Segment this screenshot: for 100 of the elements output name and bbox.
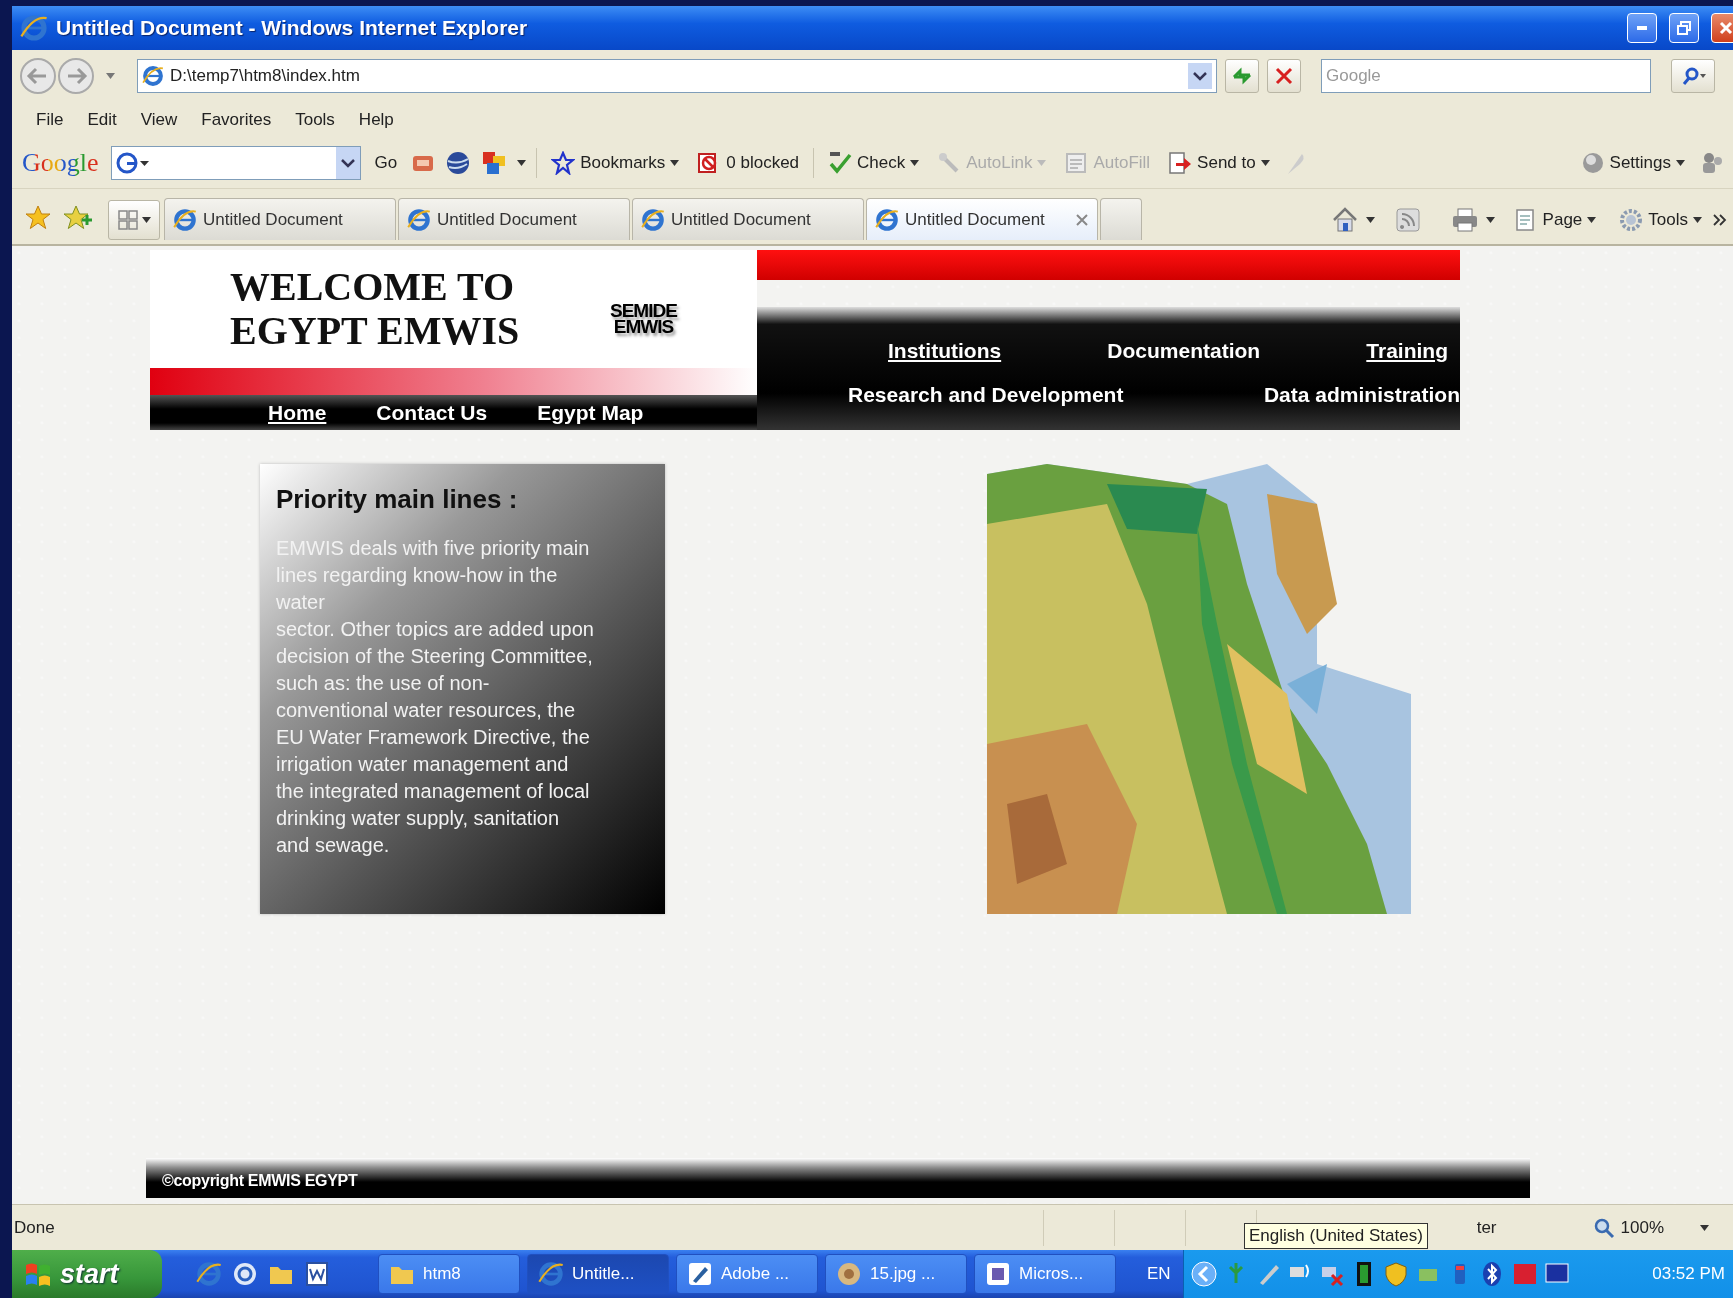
start-button[interactable]: start (12, 1250, 162, 1298)
quick-tabs-button[interactable] (108, 200, 160, 240)
gear-icon (1619, 208, 1644, 232)
sendto-button[interactable]: Send to (1164, 151, 1274, 175)
outlook-icon[interactable] (232, 1261, 258, 1287)
caret-icon (910, 160, 920, 166)
gear-icon (1580, 151, 1605, 175)
refresh-icon (1231, 65, 1253, 87)
caret-icon (141, 217, 151, 223)
google-search-field[interactable] (110, 146, 361, 180)
menu-item[interactable]: View (128, 110, 190, 130)
caret-icon (1260, 160, 1270, 166)
restore-button[interactable] (1669, 13, 1699, 43)
nav-link[interactable]: Contact Us (376, 400, 488, 425)
magnifier-icon (1592, 1216, 1615, 1239)
chevron-icon[interactable] (1713, 214, 1727, 226)
globe-icon[interactable] (445, 150, 472, 176)
caret-icon (1676, 160, 1685, 166)
grid-icon (117, 210, 138, 230)
taskbar-button[interactable]: 15.jpg ... (825, 1254, 967, 1294)
menu-item[interactable]: Favorites (189, 110, 284, 130)
restore-icon (1677, 21, 1691, 35)
menu-item[interactable]: Help (346, 110, 406, 130)
browser-icon (142, 65, 164, 87)
tab[interactable]: Untitled Document (398, 198, 630, 240)
tooltip: English (United States) (1244, 1223, 1428, 1249)
printer-icon[interactable] (1450, 207, 1479, 233)
panel-title: Priority main lines : (276, 484, 519, 515)
caret-icon (1485, 217, 1495, 223)
image-icon (836, 1261, 862, 1287)
pen-icon (687, 1261, 713, 1287)
menu-item[interactable]: Tools (283, 110, 347, 130)
browser-icon (875, 207, 899, 232)
stop-button[interactable] (1267, 59, 1301, 93)
blocked-button[interactable]: 0 blocked (693, 151, 804, 175)
status-text: Done (13, 1217, 56, 1238)
nav-link[interactable]: Home (268, 400, 327, 425)
window-title: Untitled Document - Windows Internet Explorer (56, 16, 529, 40)
browser-icon[interactable] (196, 1261, 222, 1287)
zoom-button[interactable]: 100% (1586, 1215, 1715, 1240)
menu-item[interactable]: Edit (75, 110, 129, 130)
close-icon[interactable] (1075, 212, 1089, 227)
dropdown-icon[interactable] (1188, 63, 1212, 89)
browser-icon (538, 1261, 564, 1287)
language-indicator[interactable]: EN (1147, 1264, 1171, 1284)
document-icon[interactable] (304, 1261, 330, 1287)
taskbar-button[interactable]: Micros... (974, 1254, 1116, 1294)
shield-icon[interactable] (1383, 1261, 1410, 1287)
go-button[interactable]: Go (370, 153, 402, 173)
nav-link[interactable]: Training (1366, 338, 1448, 363)
minimize-icon (1637, 26, 1647, 30)
nav-link[interactable]: Institutions (888, 338, 1002, 363)
search-icon (1680, 66, 1706, 86)
minimize-button[interactable] (1627, 13, 1657, 43)
site-title: WELCOME TO EGYPT EMWIS (230, 265, 521, 353)
semide-logo: SEMIDE EMWIS (610, 303, 677, 335)
refresh-button[interactable] (1225, 59, 1259, 93)
browser-icon (407, 207, 431, 232)
browser-icon (20, 14, 48, 42)
send-icon (1168, 151, 1193, 175)
caret-icon (1693, 217, 1702, 223)
taskbar-button[interactable]: htm8 (378, 1254, 520, 1294)
caret-icon (106, 73, 115, 79)
stop-icon (1275, 67, 1293, 85)
caret-icon (1037, 160, 1047, 166)
tab[interactable]: Untitled Document (866, 198, 1098, 240)
page-menu-button[interactable]: Page (1509, 208, 1601, 232)
tab[interactable]: Untitled Document (632, 198, 864, 240)
browser-icon (641, 207, 665, 232)
zone-text: ter (1476, 1217, 1497, 1238)
clock: 03:52 PM (1652, 1264, 1725, 1284)
nav-link[interactable]: Research and Development (848, 382, 1124, 407)
nav-link[interactable]: Data administration (1263, 382, 1460, 407)
copyright-text: ©copyright EMWIS EGYPT (162, 1172, 358, 1190)
star-icon (551, 151, 576, 175)
settings-button[interactable]: Settings (1576, 151, 1689, 175)
search-button[interactable] (1671, 59, 1715, 93)
favorites-star-icon[interactable] (24, 204, 52, 232)
taskbar-button[interactable]: Adobe ... (676, 1254, 818, 1294)
caret-icon (517, 160, 527, 166)
address-field[interactable]: D:\temp7\htm8\index.htm (137, 59, 1217, 93)
check-button[interactable]: Check (824, 151, 924, 175)
menu-item[interactable]: File (24, 110, 76, 130)
close-icon (1719, 21, 1733, 35)
caret-icon (1700, 1224, 1709, 1231)
add-favorite-icon[interactable] (62, 204, 92, 232)
browser-icon (173, 207, 197, 232)
feed-icon[interactable] (1395, 208, 1420, 232)
tab[interactable]: Untitled Document (164, 198, 396, 240)
nav-link[interactable]: Documentation (1107, 338, 1261, 363)
expand-icon[interactable] (1189, 1260, 1218, 1288)
caret-icon (670, 160, 680, 166)
nav-link[interactable]: Egypt Map (537, 400, 644, 425)
dropdown-icon[interactable] (335, 147, 360, 179)
taskbar-button[interactable]: Untitle... (527, 1254, 669, 1294)
bookmarks-button[interactable]: Bookmarks (547, 151, 684, 175)
close-button[interactable] (1711, 13, 1733, 43)
blocks-icon[interactable] (481, 150, 508, 176)
form-icon (1064, 151, 1089, 175)
tools-menu-button[interactable]: Tools (1615, 208, 1706, 232)
